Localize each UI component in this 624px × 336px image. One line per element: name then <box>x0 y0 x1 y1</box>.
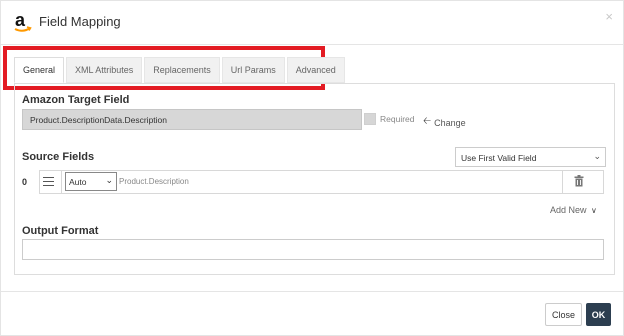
row-divider <box>562 171 563 193</box>
add-new-label: Add New <box>550 205 587 215</box>
field-mapping-dialog: a Field Mapping × General XML Attributes… <box>0 0 624 336</box>
dialog-header: a Field Mapping × <box>1 1 623 45</box>
tab-replacements[interactable]: Replacements <box>144 57 220 83</box>
output-format-label: Output Format <box>22 225 99 237</box>
chevron-down-icon: ⌄ <box>593 151 601 161</box>
add-new-button[interactable]: Add New ∨ <box>550 205 597 215</box>
chevron-down-icon: ∨ <box>591 206 597 215</box>
output-format-input[interactable] <box>22 239 604 260</box>
tab-advanced[interactable]: Advanced <box>286 57 345 83</box>
tab-bar: General XML Attributes Replacements Url … <box>14 57 347 83</box>
trash-icon[interactable] <box>574 175 584 187</box>
change-link[interactable]: 🡠 Change <box>423 114 466 131</box>
source-row-index: 0 <box>22 177 28 187</box>
dialog-title: Field Mapping <box>39 14 121 29</box>
target-field-value: Product.DescriptionData.Description <box>22 109 362 130</box>
close-icon[interactable]: × <box>605 9 613 24</box>
tab-general[interactable]: General <box>14 57 65 83</box>
source-fields-label: Source Fields <box>22 151 95 163</box>
target-field-label: Amazon Target Field <box>22 94 130 106</box>
source-mode-value: Use First Valid Field <box>461 153 537 163</box>
required-label: Required <box>380 114 415 124</box>
amazon-logo-icon: a <box>14 11 32 32</box>
arrow-left-icon: 🡠 <box>423 116 432 127</box>
tab-xml-attributes[interactable]: XML Attributes <box>66 57 143 83</box>
source-mode-select[interactable]: Use First Valid Field ⌄ <box>455 147 606 167</box>
svg-text:a: a <box>15 11 26 30</box>
drag-handle-icon[interactable] <box>41 174 57 190</box>
source-field-value[interactable]: Product.Description <box>119 177 189 186</box>
chevron-down-icon: ⌄ <box>105 175 113 185</box>
close-button[interactable]: Close <box>545 303 582 326</box>
source-type-select[interactable]: Auto ⌄ <box>65 172 117 191</box>
row-divider <box>61 171 62 193</box>
footer-divider <box>1 291 623 292</box>
required-checkbox[interactable] <box>364 113 376 125</box>
ok-button[interactable]: OK <box>586 303 611 326</box>
change-label: Change <box>434 117 466 128</box>
source-type-value: Auto <box>69 177 87 187</box>
tab-url-params[interactable]: Url Params <box>221 57 285 83</box>
